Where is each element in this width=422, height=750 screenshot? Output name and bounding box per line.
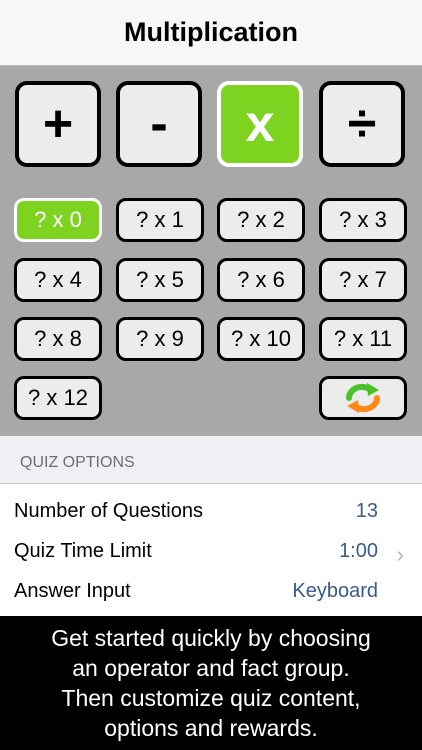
nav-bar: Multiplication [0,0,422,66]
fact-button-8[interactable]: ? x 8 [14,317,102,361]
answer-input-row[interactable]: Answer Input Keyboard [0,572,422,612]
chevron-right-icon: › [396,542,404,567]
row-label: Quiz Time Limit [14,540,152,562]
fact-button-0[interactable]: ? x 0 [14,198,102,242]
page-title: Multiplication [124,17,298,47]
minus-operator-button[interactable]: - [116,81,202,167]
caption-line: Get started quickly by choosing [51,625,371,651]
row-label: Number of Questions [14,500,203,522]
fact-button-5[interactable]: ? x 5 [116,258,204,302]
multiply-operator-button[interactable]: x [217,81,303,167]
plus-operator-button[interactable]: + [15,81,101,167]
divide-operator-button[interactable]: ÷ [319,81,405,167]
fact-button-7[interactable]: ? x 7 [319,258,407,302]
fact-button-4[interactable]: ? x 4 [14,258,102,302]
selection-panel: + - x ÷ ? x 0 ? x 1 ? x 2 ? x 3 ? x 4 ? … [0,66,422,436]
fact-button-3[interactable]: ? x 3 [319,198,407,242]
number-of-questions-row[interactable]: Number of Questions 13 [0,492,422,532]
quiz-time-limit-row[interactable]: Quiz Time Limit 1:00 › [0,532,422,572]
caption-line: an operator and fact group. [72,655,350,681]
fact-button-9[interactable]: ? x 9 [116,317,204,361]
refresh-arrows-icon [345,383,381,413]
refresh-button[interactable] [319,376,407,420]
row-label: Answer Input [14,580,131,602]
fact-button-6[interactable]: ? x 6 [217,258,305,302]
quiz-options-list: Number of Questions 13 Quiz Time Limit 1… [0,484,422,616]
quiz-options-header: QUIZ OPTIONS [0,436,422,484]
fact-button-2[interactable]: ? x 2 [217,198,305,242]
fact-button-1[interactable]: ? x 1 [116,198,204,242]
promo-caption: Get started quickly by choosing an opera… [0,616,422,750]
row-value: Keyboard [292,580,378,602]
fact-button-12[interactable]: ? x 12 [14,376,102,420]
section-header-label: QUIZ OPTIONS [20,454,135,471]
fact-button-11[interactable]: ? x 11 [319,317,407,361]
fact-button-10[interactable]: ? x 10 [217,317,305,361]
caption-line: options and rewards. [104,715,318,741]
caption-line: Then customize quiz content, [61,685,361,711]
row-value: 13 [355,500,378,522]
row-value: 1:00 [339,540,378,562]
